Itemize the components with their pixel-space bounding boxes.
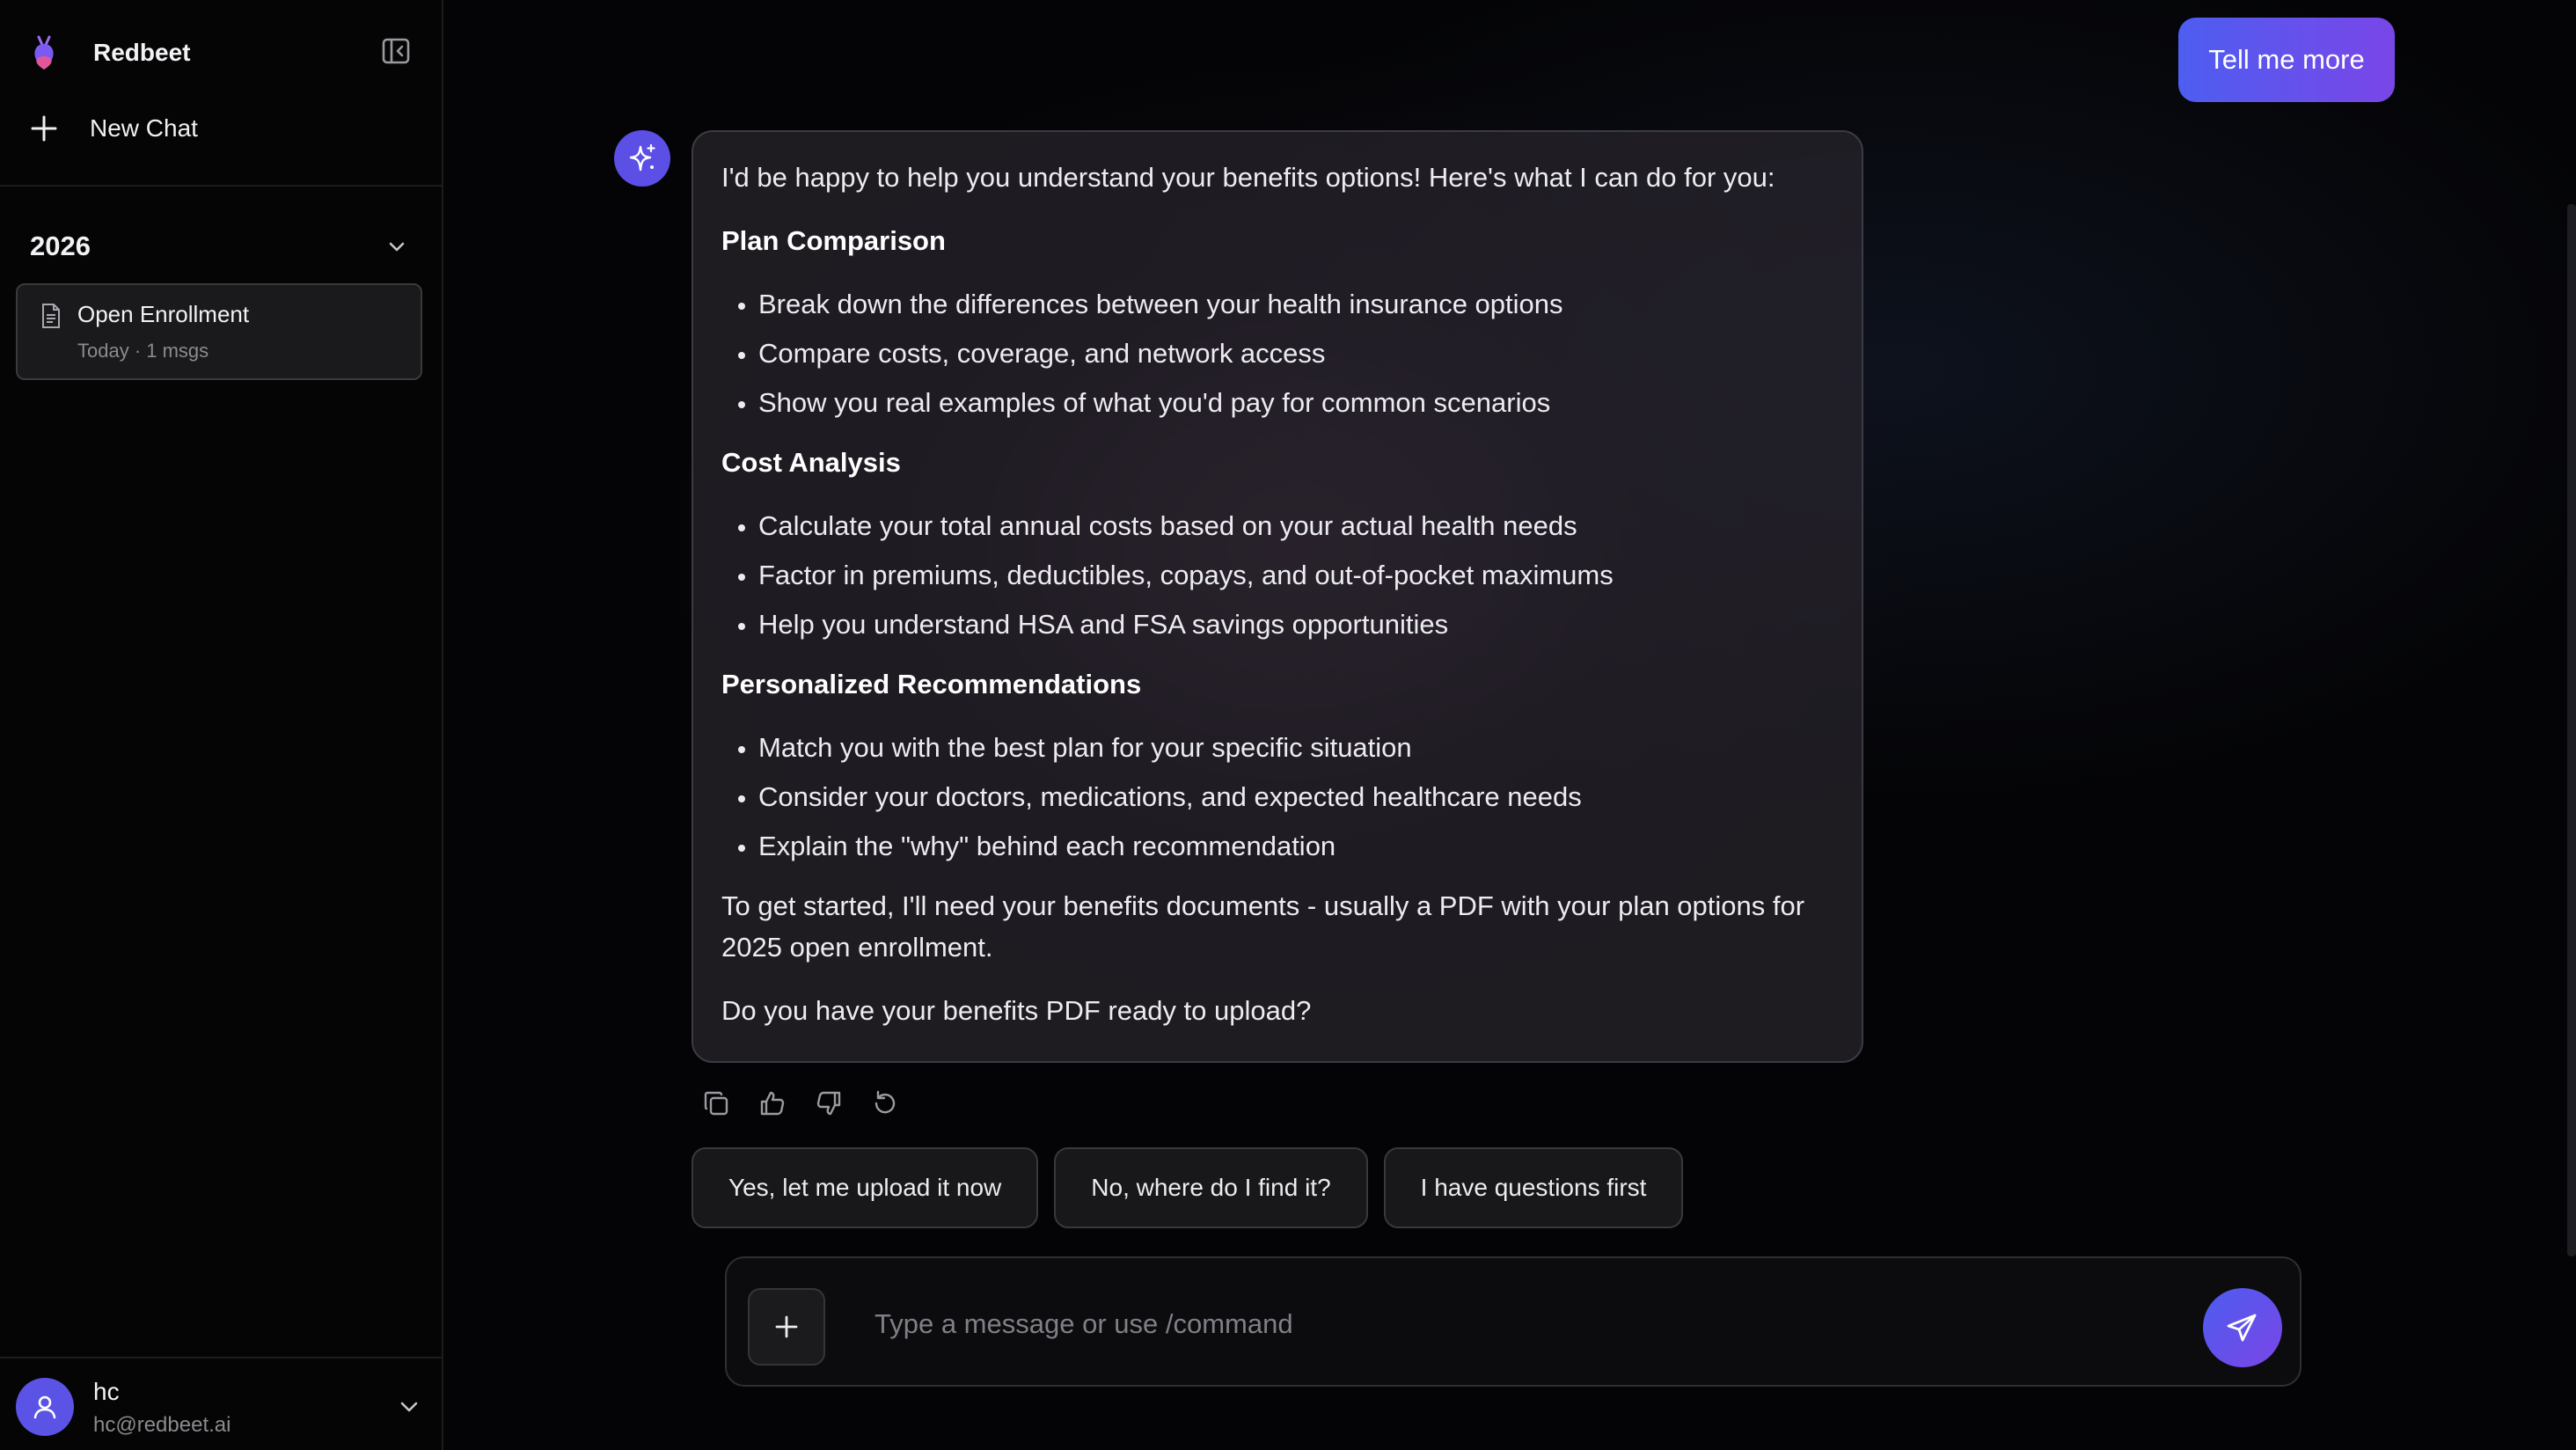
- section-heading: Cost Analysis: [721, 447, 901, 478]
- list-item: Match you with the best plan for your sp…: [758, 727, 1833, 768]
- list-item: Calculate your total annual costs based …: [758, 505, 1833, 546]
- avatar: [16, 1378, 74, 1436]
- list-item: Factor in premiums, deductibles, copays,…: [758, 554, 1833, 596]
- brand[interactable]: Redbeet: [30, 32, 190, 74]
- message-actions: [699, 1086, 924, 1121]
- bullet-list: Match you with the best plan for your sp…: [721, 727, 1833, 867]
- bullet-list: Break down the differences between your …: [721, 283, 1833, 423]
- plus-icon: [775, 1315, 798, 1338]
- divider: [0, 1357, 442, 1358]
- scrollbar[interactable]: [2567, 204, 2576, 1256]
- list-item: Explain the "why" behind each recommenda…: [758, 825, 1833, 867]
- attach-button[interactable]: [748, 1288, 825, 1366]
- conversation-group-toggle[interactable]: 2026: [30, 225, 408, 267]
- chevron-down-icon: [400, 1402, 418, 1412]
- assistant-message: I'd be happy to help you understand your…: [692, 130, 1863, 1063]
- assistant-avatar: [614, 130, 670, 187]
- list-item: Consider your doctors, medications, and …: [758, 776, 1833, 817]
- send-button[interactable]: [2203, 1288, 2282, 1367]
- user-menu[interactable]: hc hc@redbeet.ai: [16, 1374, 426, 1438]
- message-composer: [725, 1256, 2302, 1387]
- user-name: hc: [93, 1378, 120, 1405]
- section-heading: Personalized Recommendations: [721, 669, 1142, 699]
- assistant-intro: I'd be happy to help you understand your…: [721, 162, 1775, 193]
- assistant-closing: To get started, I'll need your benefits …: [721, 890, 1805, 963]
- regenerate-icon[interactable]: [867, 1086, 903, 1121]
- assistant-question: Do you have your benefits PDF ready to u…: [721, 995, 1312, 1026]
- sparkle-icon: [629, 143, 655, 172]
- list-item: Show you real examples of what you'd pay…: [758, 382, 1833, 423]
- sidebar: Redbeet New Chat 2026 Open Enrollment To…: [0, 0, 443, 1450]
- list-item: Compare costs, coverage, and network acc…: [758, 333, 1833, 374]
- suggestion-chip[interactable]: Yes, let me upload it now: [692, 1147, 1039, 1228]
- brand-name: Redbeet: [93, 39, 191, 66]
- beet-logo-icon: [34, 35, 54, 70]
- bullet-list: Calculate your total annual costs based …: [721, 505, 1833, 645]
- document-icon: [42, 304, 60, 328]
- thumbs-up-icon[interactable]: [755, 1086, 790, 1121]
- plus-icon: [26, 111, 62, 146]
- send-icon: [2227, 1314, 2257, 1342]
- chat-area: Tell me more I'd be happy to help you un…: [443, 0, 2576, 1450]
- list-item: Break down the differences between your …: [758, 283, 1833, 325]
- list-item: Help you understand HSA and FSA savings …: [758, 604, 1833, 645]
- divider: [0, 185, 442, 187]
- conversation-title: Open Enrollment: [77, 301, 250, 327]
- user-message: Tell me more: [2178, 18, 2395, 102]
- sidebar-collapse-icon[interactable]: [380, 35, 412, 67]
- message-input[interactable]: [873, 1297, 2108, 1351]
- section-heading: Plan Comparison: [721, 225, 946, 256]
- copy-icon[interactable]: [699, 1086, 734, 1121]
- new-chat-label: New Chat: [90, 114, 198, 142]
- user-email: hc@redbeet.ai: [93, 1413, 231, 1437]
- conversation-group-label: 2026: [30, 231, 91, 261]
- suggestion-chips: Yes, let me upload it now No, where do I…: [692, 1147, 1699, 1228]
- conversation-meta: Today · 1 msgs: [77, 340, 209, 362]
- new-chat-button[interactable]: New Chat: [26, 107, 198, 150]
- conversation-item[interactable]: Open Enrollment Today · 1 msgs: [16, 283, 422, 380]
- suggestion-chip[interactable]: I have questions first: [1383, 1147, 1684, 1228]
- suggestion-chip[interactable]: No, where do I find it?: [1054, 1147, 1368, 1228]
- user-icon: [33, 1395, 56, 1419]
- thumbs-down-icon[interactable]: [811, 1086, 846, 1121]
- chevron-down-icon: [389, 242, 405, 252]
